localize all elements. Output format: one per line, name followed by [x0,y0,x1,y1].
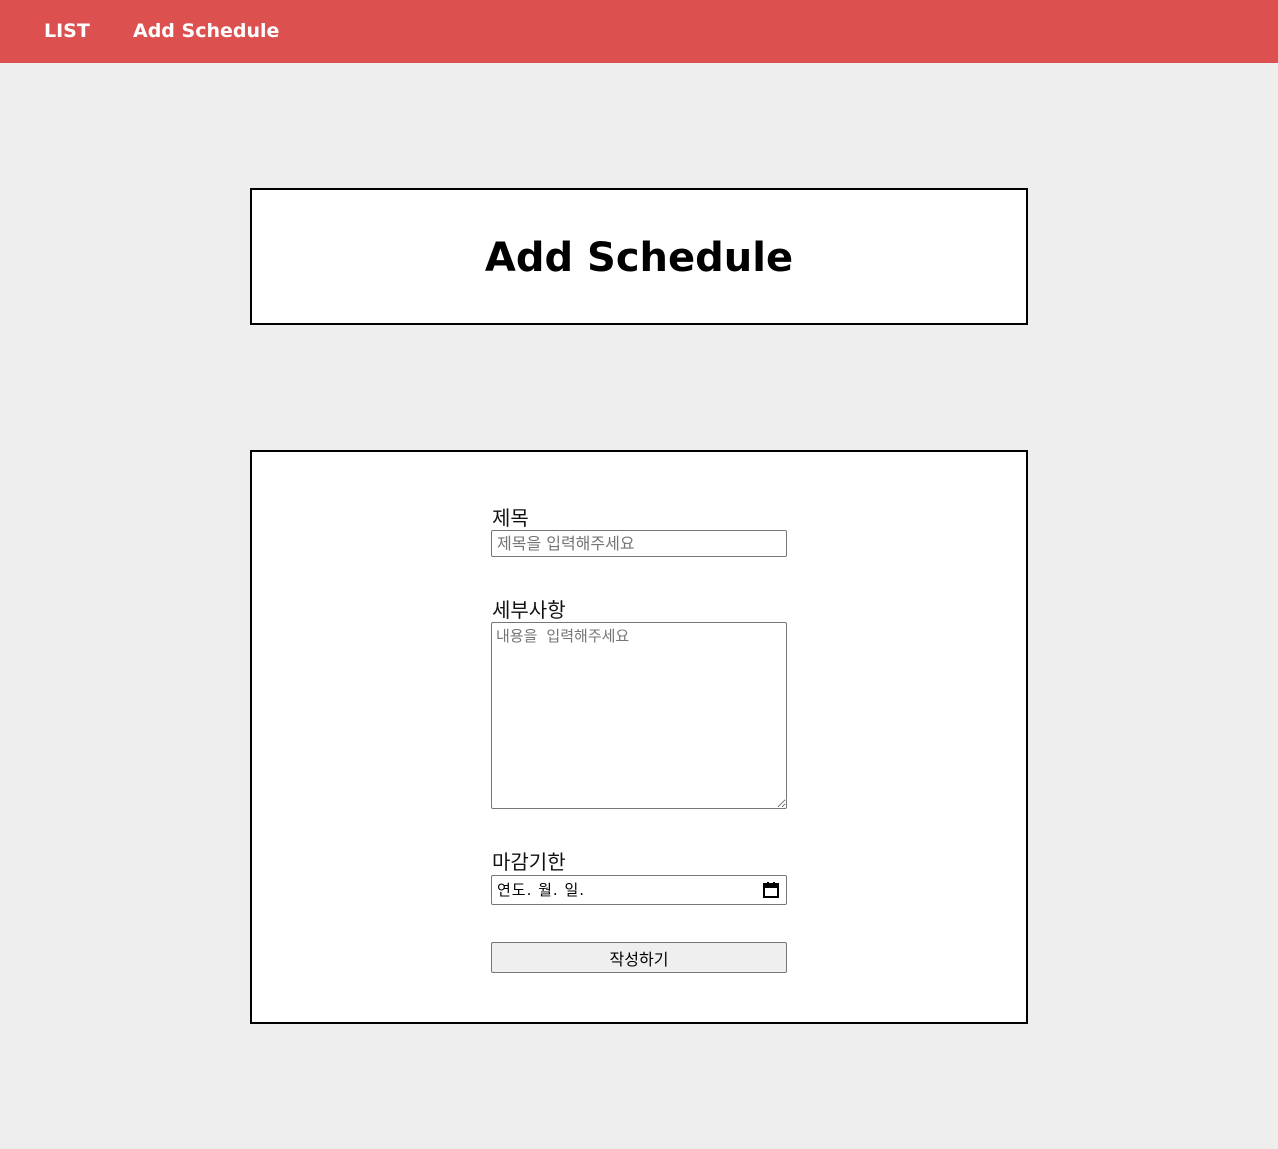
title-input[interactable] [491,530,787,557]
detail-textarea[interactable] [491,622,787,809]
deadline-label: 마감기한 [492,850,566,874]
deadline-date-input[interactable]: 연도. 월. 일. [491,875,787,905]
page-title-box: Add Schedule [250,188,1028,325]
detail-label: 세부사항 [492,598,566,622]
submit-button[interactable]: 작성하기 [491,942,787,973]
deadline-date-placeholder: 연도. 월. 일. [497,881,586,899]
top-navbar: LIST Add Schedule [0,0,1278,63]
title-label: 제목 [492,506,529,530]
nav-link-add-schedule[interactable]: Add Schedule [133,19,279,43]
schedule-form: 제목 세부사항 마감기한 연도. 월. 일. 작성하기 [250,450,1028,1024]
nav-link-list[interactable]: LIST [44,19,90,43]
calendar-icon[interactable] [762,881,780,899]
page-title: Add Schedule [484,235,794,281]
